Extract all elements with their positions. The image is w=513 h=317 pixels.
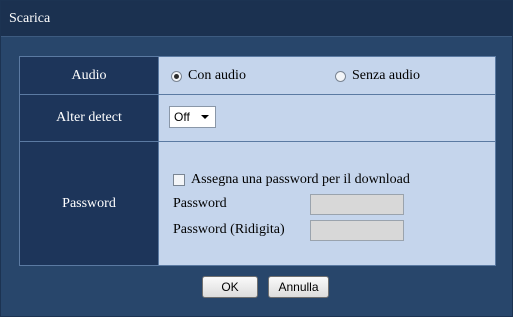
password-section-label: Password	[20, 142, 159, 265]
radio-unselected-icon	[335, 70, 346, 82]
dialog-buttons: OK Annulla	[1, 276, 512, 300]
download-dialog: Scarica Audio Con audio Senza audio Alte…	[0, 0, 513, 317]
alter-detect-select[interactable]: Off	[169, 106, 216, 128]
audio-row: Audio Con audio Senza audio	[20, 57, 495, 95]
download-settings-form: Audio Con audio Senza audio Alter detect…	[19, 56, 496, 266]
password-value-cell: Assegna una password per il download Pas…	[159, 142, 495, 265]
radio-senza-audio[interactable]: Senza audio	[335, 68, 420, 84]
radio-senza-audio-label: Senza audio	[352, 68, 421, 83]
assign-password-checkbox-row[interactable]: Assegna una password per il download	[173, 172, 410, 188]
ok-button[interactable]: OK	[202, 276, 258, 298]
password-retype-field-label: Password (Ridigita)	[173, 222, 285, 237]
assign-password-checkbox-label: Assegna una password per il download	[191, 172, 410, 187]
alter-detect-value-cell: Off	[159, 95, 495, 141]
alter-detect-label: Alter detect	[20, 95, 159, 141]
alter-detect-selected-value: Off	[174, 110, 190, 124]
cancel-button[interactable]: Annulla	[268, 276, 329, 298]
password-row: Password Assegna una password per il dow…	[20, 142, 495, 265]
assign-password-checkbox[interactable]	[173, 174, 185, 186]
password-field[interactable]	[310, 194, 404, 215]
chevron-down-icon	[201, 115, 209, 119]
password-field-label: Password	[173, 196, 227, 211]
dialog-title: Scarica	[1, 1, 512, 37]
audio-options: Con audio Senza audio	[159, 57, 495, 94]
radio-selected-icon	[171, 70, 182, 82]
password-retype-field[interactable]	[310, 220, 404, 241]
radio-con-audio[interactable]: Con audio	[171, 68, 246, 84]
alter-detect-row: Alter detect Off	[20, 95, 495, 142]
audio-label: Audio	[20, 57, 159, 94]
radio-con-audio-label: Con audio	[188, 68, 246, 83]
